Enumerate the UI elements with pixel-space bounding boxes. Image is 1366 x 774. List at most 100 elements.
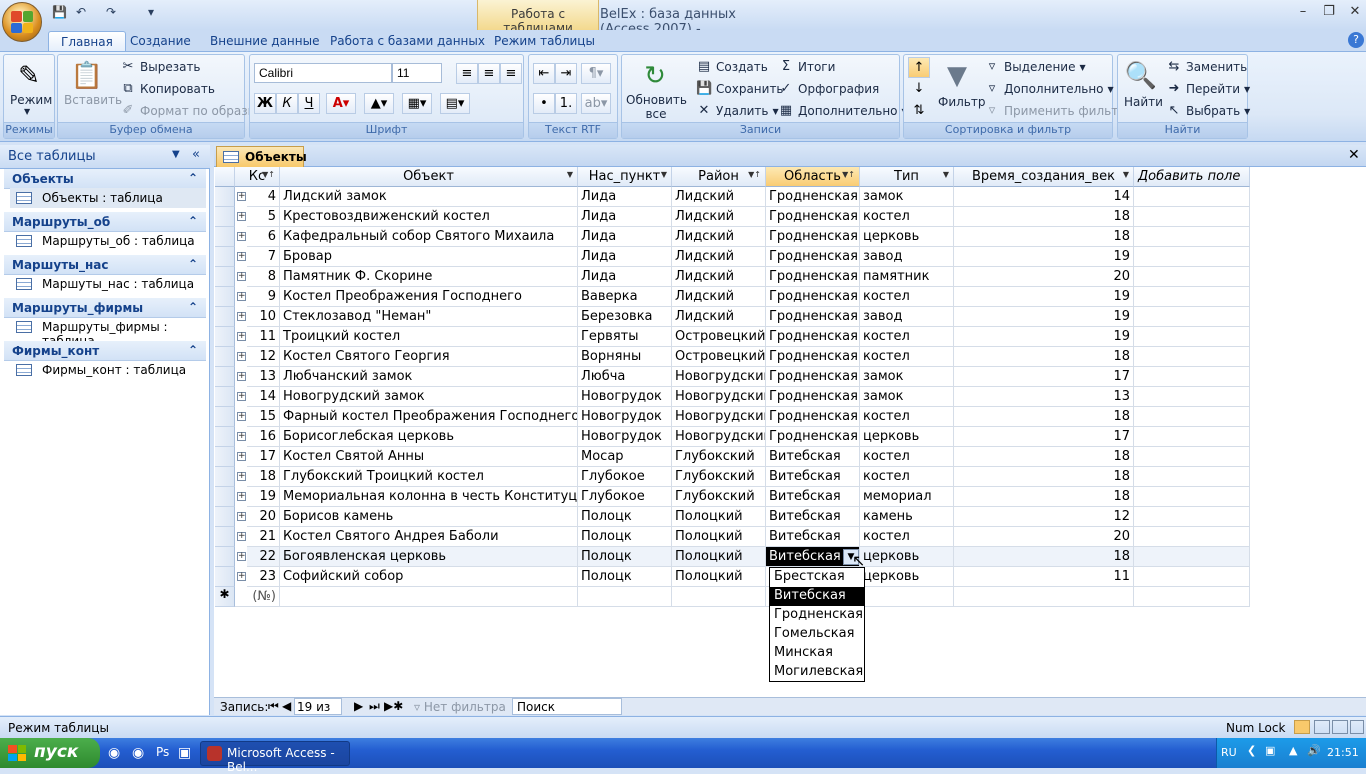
table-cell[interactable]: 12	[247, 347, 280, 367]
dropdown-option[interactable]: Минская	[770, 644, 864, 663]
expand-subdatasheet-icon[interactable]: +	[237, 492, 246, 501]
table-cell[interactable]: завод	[860, 307, 954, 327]
font-size-select[interactable]: 11	[392, 63, 442, 83]
apply-filter-button[interactable]: ▿ Применить фильтр	[984, 103, 1126, 119]
column-filter-arrow-icon[interactable]: ▼↑	[842, 170, 855, 179]
row-selector[interactable]	[215, 347, 235, 367]
row-selector[interactable]	[215, 567, 235, 587]
table-cell[interactable]: Полоцкий	[672, 507, 766, 527]
expand-subdatasheet-icon[interactable]: +	[237, 372, 246, 381]
save-record-button[interactable]: 💾 Сохранить	[696, 81, 784, 97]
table-cell[interactable]: Глубокский	[672, 467, 766, 487]
table-cell[interactable]: Новогрудок	[578, 387, 672, 407]
nav-pane-header[interactable]: Все таблицы ▼ «	[0, 145, 210, 169]
cut-button[interactable]: ✂ Вырезать	[120, 59, 201, 75]
sort-ascending-button[interactable]: ↑	[908, 57, 930, 78]
table-cell[interactable]: Витебская	[766, 507, 860, 527]
table-cell[interactable]: 4	[247, 187, 280, 207]
table-cell[interactable]: 18	[954, 347, 1134, 367]
table-cell[interactable]	[1134, 387, 1250, 407]
table-cell[interactable]: Гродненская	[766, 367, 860, 387]
table-cell[interactable]: Полоцкий	[672, 547, 766, 567]
table-cell[interactable]: 20	[247, 507, 280, 527]
table-cell[interactable]	[1134, 447, 1250, 467]
table-cell[interactable]: Гродненская	[766, 307, 860, 327]
table-cell[interactable]: Новогрудский	[672, 407, 766, 427]
row-selector[interactable]	[215, 467, 235, 487]
bullets-button[interactable]: •	[533, 93, 555, 114]
table-cell[interactable]: 11	[954, 567, 1134, 587]
table-cell[interactable]: Глубокский	[672, 447, 766, 467]
new-row-cell[interactable]	[280, 587, 578, 607]
table-cell[interactable]: Витебская	[766, 447, 860, 467]
redo-icon[interactable]: ↷	[106, 5, 116, 23]
search-input[interactable]: Поиск	[512, 698, 622, 715]
filter-button[interactable]: Фильтр	[938, 95, 985, 109]
region-dropdown-list[interactable]: Брестская Витебская Гродненская Гомельская М…	[769, 567, 865, 682]
expand-subdatasheet-icon[interactable]: +	[237, 212, 246, 221]
table-cell[interactable]: 17	[954, 367, 1134, 387]
table-cell[interactable]: 14	[954, 187, 1134, 207]
maximize-button[interactable]: ❐	[1316, 4, 1342, 22]
table-cell[interactable]: Лидский	[672, 287, 766, 307]
clear-sort-button[interactable]: ⇅	[908, 101, 930, 122]
table-cell[interactable]: 14	[247, 387, 280, 407]
table-cell[interactable]: Троицкий костел	[280, 327, 578, 347]
table-cell[interactable]: Гродненская	[766, 287, 860, 307]
table-cell[interactable]: 21	[247, 527, 280, 547]
italic-button[interactable]: К	[276, 93, 298, 114]
previous-record-button[interactable]: ◀	[282, 699, 291, 713]
pivot-chart-view-icon[interactable]	[1332, 720, 1348, 734]
table-cell[interactable]	[1134, 487, 1250, 507]
table-cell[interactable]: Островецкий	[672, 347, 766, 367]
expand-subdatasheet-icon[interactable]: +	[237, 532, 246, 541]
dropdown-option[interactable]: Гомельская	[770, 625, 864, 644]
table-cell[interactable]: Лида	[578, 187, 672, 207]
table-cell[interactable]: костел	[860, 407, 954, 427]
table-cell[interactable]: Витебская	[766, 527, 860, 547]
expand-subdatasheet-icon[interactable]: +	[237, 472, 246, 481]
datasheet-view-toggle-icon[interactable]	[1294, 720, 1310, 734]
language-indicator[interactable]: RU	[1221, 746, 1237, 759]
table-cell[interactable]: Лидский	[672, 207, 766, 227]
align-left-button[interactable]: ≡	[456, 63, 478, 84]
row-selector[interactable]	[215, 487, 235, 507]
table-cell[interactable]: 18	[954, 547, 1134, 567]
table-cell[interactable]: 6	[247, 227, 280, 247]
table-cell[interactable]: мемориал	[860, 487, 954, 507]
spelling-button[interactable]: ✓ Орфография	[778, 81, 880, 97]
table-cell[interactable]: Полоцк	[578, 567, 672, 587]
header-col-type[interactable]: Тип ▼	[860, 167, 954, 187]
table-cell[interactable]: Гродненская	[766, 227, 860, 247]
row-selector[interactable]	[215, 507, 235, 527]
table-cell[interactable]: 5	[247, 207, 280, 227]
row-selector[interactable]	[215, 247, 235, 267]
document-tab-objects[interactable]: Объекты	[216, 146, 307, 167]
table-cell[interactable]: Глубокский	[672, 487, 766, 507]
table-cell[interactable]: церковь	[860, 427, 954, 447]
column-filter-arrow-icon[interactable]: ▼	[567, 170, 573, 179]
table-cell[interactable]: замок	[860, 187, 954, 207]
table-cell[interactable]: Глубокое	[578, 487, 672, 507]
header-col-add-field[interactable]: Добавить поле	[1134, 167, 1250, 187]
table-cell[interactable]: Лидский	[672, 247, 766, 267]
table-cell[interactable]: костел	[860, 327, 954, 347]
table-cell[interactable]: Гродненская	[766, 267, 860, 287]
table-cell[interactable]: Мемориальная колонна в честь Конституции	[280, 487, 578, 507]
table-cell[interactable]: Лида	[578, 207, 672, 227]
table-cell[interactable]: Гродненская	[766, 427, 860, 447]
table-cell[interactable]: Лидский замок	[280, 187, 578, 207]
table-cell[interactable]: Лидский	[672, 227, 766, 247]
tab-external-data[interactable]: Внешние данные	[198, 31, 331, 52]
new-record-nav-button[interactable]: ▶✱	[384, 699, 403, 713]
table-cell[interactable]: 18	[247, 467, 280, 487]
table-cell[interactable]	[1134, 247, 1250, 267]
table-cell[interactable]: костел	[860, 287, 954, 307]
table-cell[interactable]: Костел Святого Георгия	[280, 347, 578, 367]
sort-descending-button[interactable]: ↓	[908, 79, 930, 100]
table-cell[interactable]: Борисов камень	[280, 507, 578, 527]
table-cell[interactable]: 23	[247, 567, 280, 587]
table-cell[interactable]: Витебская	[766, 467, 860, 487]
header-col-century[interactable]: Время_создания_век ▼	[954, 167, 1134, 187]
table-cell[interactable]: 19	[954, 327, 1134, 347]
